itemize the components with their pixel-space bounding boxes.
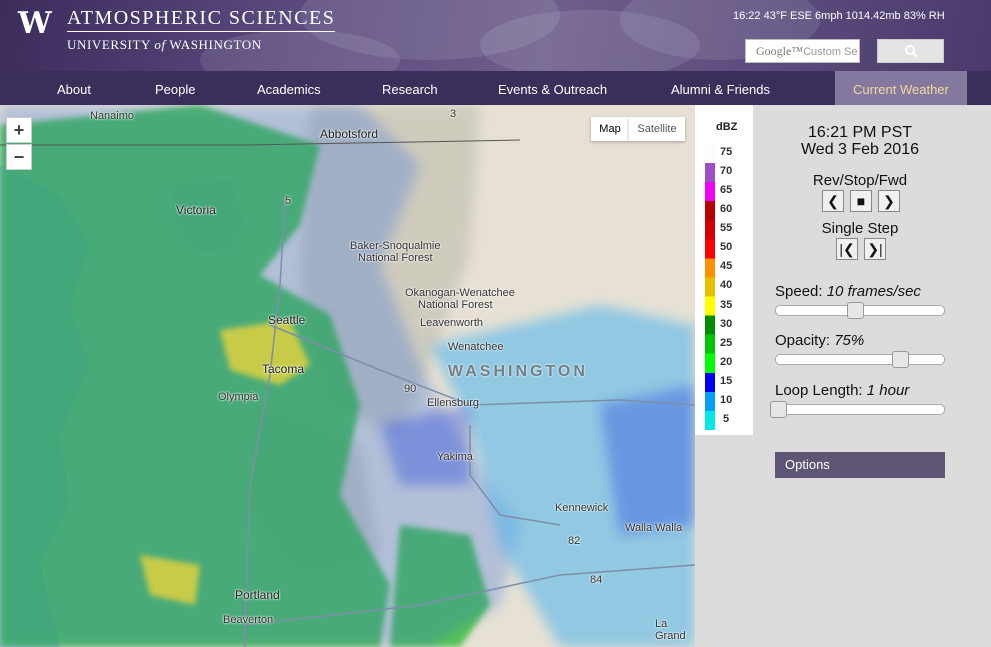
site-header: W ATMOSPHERIC SCIENCES UNIVERSITY of WAS… xyxy=(0,0,991,71)
nav-people[interactable]: People xyxy=(155,71,195,105)
opacity-value: 75% xyxy=(834,332,865,349)
label-la-grande: La Grand xyxy=(655,618,686,642)
loop-length-value: 1 hour xyxy=(866,382,910,399)
search-button[interactable] xyxy=(877,39,944,63)
opacity-slider-handle[interactable] xyxy=(892,351,910,368)
main-nav: About People Academics Research Events &… xyxy=(0,71,991,105)
label-leavenworth: Leavenworth xyxy=(420,317,483,329)
options-button[interactable]: Options xyxy=(775,452,945,478)
speed-slider-handle[interactable] xyxy=(846,302,864,319)
step-back-button[interactable]: |❮ xyxy=(836,238,858,260)
label-olympia: Olympia xyxy=(218,391,259,403)
google-brand: Google™ xyxy=(756,44,804,58)
subtitle-of: of xyxy=(154,37,166,52)
subtitle-washington: WASHINGTON xyxy=(169,37,262,52)
search-icon xyxy=(905,45,918,58)
dbz-color-bar xyxy=(705,144,715,430)
loop-length-label: Loop Length: 1 hour xyxy=(775,382,909,399)
radar-map[interactable]: Nanaimo Abbotsford Victoria Baker-Snoqua… xyxy=(0,105,695,647)
speed-label: Speed: 10 frames/sec xyxy=(775,283,921,300)
weather-readout: 16:22 43°F ESE 6mph 1014.42mb 83% RH xyxy=(733,10,945,22)
nav-events-outreach[interactable]: Events & Outreach xyxy=(498,71,607,105)
map-type-map-button[interactable]: Map xyxy=(591,117,629,141)
dbz-tick-label: 15 xyxy=(720,374,733,387)
opacity-label-text: Opacity: xyxy=(775,332,831,349)
dbz-tick-label: 45 xyxy=(720,260,733,273)
site-title[interactable]: ATMOSPHERIC SCIENCES xyxy=(67,7,336,32)
dbz-tick-label: 50 xyxy=(720,241,733,254)
subtitle-university: UNIVERSITY xyxy=(67,37,151,52)
speed-label-text: Speed: xyxy=(775,283,823,300)
dbz-tick-label: 70 xyxy=(720,165,733,178)
opacity-slider[interactable] xyxy=(775,354,945,365)
label-forest-okanogan-b: National Forest xyxy=(418,299,493,311)
opacity-label: Opacity: 75% xyxy=(775,332,864,349)
zoom-out-button[interactable]: − xyxy=(6,144,32,170)
reverse-button[interactable]: ❮ xyxy=(822,190,844,212)
zoom-in-button[interactable]: + xyxy=(6,117,32,143)
search-placeholder: Custom Se xyxy=(803,46,858,58)
hwy-5-shield: 5 xyxy=(285,195,292,207)
search-input[interactable]: Google™Custom Se xyxy=(745,39,860,63)
label-washington: WASHINGTON xyxy=(448,363,588,380)
label-seattle: Seattle xyxy=(268,313,306,327)
dbz-tick-label: 25 xyxy=(720,336,733,349)
dbz-tick-label: 20 xyxy=(720,355,733,368)
dbz-tick-label: 30 xyxy=(720,317,733,330)
radar-map-canvas xyxy=(0,105,695,647)
dbz-tick-label: 65 xyxy=(720,184,733,197)
label-forest-okanogan: Okanogan-Wenatchee xyxy=(405,287,515,299)
nav-about[interactable]: About xyxy=(57,71,91,105)
label-beaverton: Beaverton xyxy=(223,614,274,626)
single-step-title: Single Step xyxy=(821,220,899,237)
radar-date: Wed 3 Feb 2016 xyxy=(800,141,919,158)
label-wenatchee: Wenatchee xyxy=(448,341,504,353)
label-forest-baker-b: National Forest xyxy=(358,252,433,264)
dbz-tick-label: 10 xyxy=(720,393,733,406)
label-victoria: Victoria xyxy=(176,203,216,217)
label-walla-walla: Walla Walla xyxy=(625,522,683,534)
step-back-icon: |❮ xyxy=(839,241,855,257)
forward-button[interactable]: ❯ xyxy=(878,190,900,212)
loop-length-slider-handle[interactable] xyxy=(770,401,787,418)
speed-value: 10 frames/sec xyxy=(826,283,921,300)
uw-logo-icon[interactable]: W xyxy=(18,6,52,41)
stop-button[interactable]: ■ xyxy=(850,190,872,212)
nav-academics[interactable]: Academics xyxy=(257,71,321,105)
nav-current-weather[interactable]: Current Weather xyxy=(835,71,967,105)
label-yakima: Yakima xyxy=(437,451,473,463)
hwy-84-shield: 84 xyxy=(590,574,603,586)
hwy-90-shield: 90 xyxy=(404,383,417,395)
label-nanaimo: Nanaimo xyxy=(90,110,135,122)
stop-icon: ■ xyxy=(856,193,866,209)
hwy-82-shield: 82 xyxy=(568,535,581,547)
label-forest-baker: Baker-Snoqualmie xyxy=(350,240,441,252)
rev-stop-fwd-title: Rev/Stop/Fwd xyxy=(812,172,908,189)
dbz-tick-label: 60 xyxy=(720,203,733,216)
hwy-3-shield: 3 xyxy=(450,108,457,120)
site-subtitle[interactable]: UNIVERSITY of WASHINGTON xyxy=(67,37,262,53)
dbz-tick-label: 35 xyxy=(720,298,733,311)
dbz-tick-label: 75 xyxy=(720,146,733,158)
chevron-right-icon: ❯ xyxy=(883,193,895,209)
loop-length-label-text: Loop Length: xyxy=(775,382,863,399)
map-type-satellite-button[interactable]: Satellite xyxy=(629,117,685,141)
radar-time: 16:21 PM PST xyxy=(807,124,913,141)
label-kennewick: Kennewick xyxy=(555,502,609,514)
dbz-tick-label: 40 xyxy=(720,279,733,292)
label-tacoma: Tacoma xyxy=(262,362,305,376)
dbz-tick-label: 55 xyxy=(720,222,733,235)
chevron-left-icon: ❮ xyxy=(827,193,839,209)
label-portland: Portland xyxy=(235,588,280,602)
step-forward-button[interactable]: ❯| xyxy=(864,238,886,260)
nav-alumni-friends[interactable]: Alumni & Friends xyxy=(671,71,770,105)
step-forward-icon: ❯| xyxy=(867,241,883,257)
nav-research[interactable]: Research xyxy=(382,71,438,105)
dbz-unit-label: dBZ xyxy=(716,121,738,133)
dbz-tick-label: 5 xyxy=(723,412,730,425)
loop-length-slider[interactable] xyxy=(775,404,945,415)
label-abbotsford: Abbotsford xyxy=(320,127,379,141)
label-ellensburg: Ellensburg xyxy=(427,397,479,409)
